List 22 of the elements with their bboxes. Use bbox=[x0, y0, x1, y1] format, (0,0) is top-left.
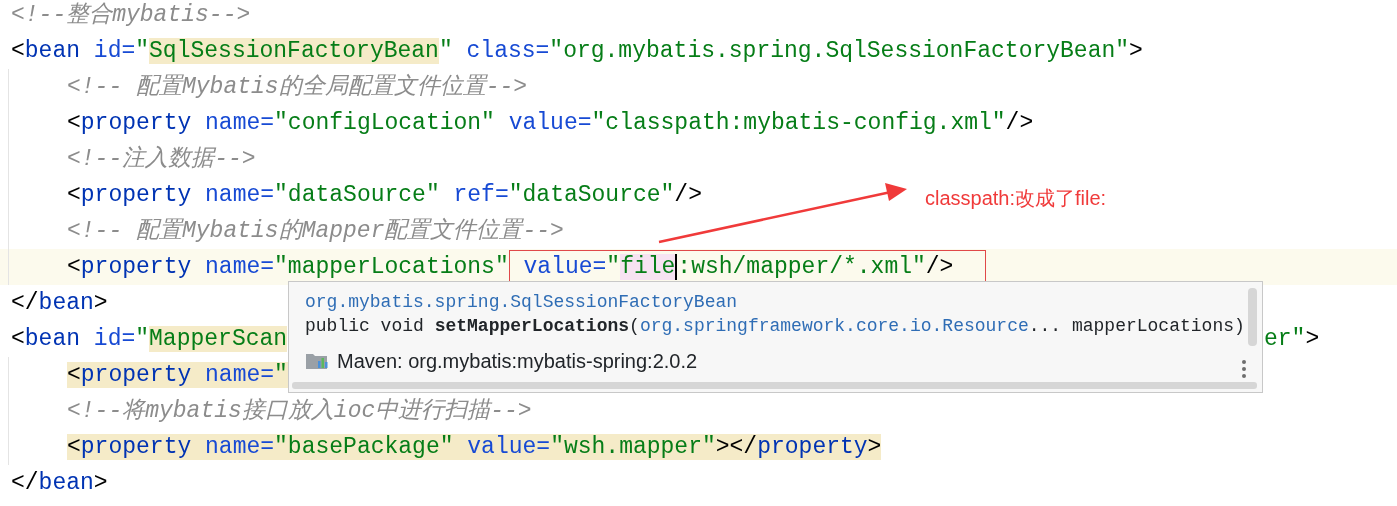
code-comment: <!-- 配置Mybatis的全局配置文件位置--> bbox=[67, 73, 528, 102]
code-line: <property name="basePackage" value="wsh.mapper"></property> bbox=[67, 433, 882, 462]
code-line: <bean id="MapperScan bbox=[11, 325, 288, 354]
code-comment: <!--整合mybatis--> bbox=[11, 1, 251, 30]
code-line: </bean> bbox=[11, 289, 108, 318]
code-line: </bean> bbox=[11, 469, 108, 498]
code-line: <property name="configLocation" value="classpath:mybatis-config.xml"/> bbox=[67, 109, 1034, 138]
code-line: <property name=" bbox=[67, 361, 288, 390]
scrollbar-thumb bbox=[1248, 288, 1257, 346]
code-comment: <!--注入数据--> bbox=[67, 144, 256, 174]
code-comment: <!-- 配置Mybatis的Mapper配置文件位置--> bbox=[67, 217, 564, 246]
code-line: <bean id="SqlSessionFactoryBean" class="org.mybatis.spring.SqlSessionFactoryBean"> bbox=[11, 37, 1143, 66]
method-signature: public void setMapperLocations(org.springframework.core.io.Resource... mapperLocations) bbox=[305, 315, 1246, 338]
code-line: <property name="mapperLocations" bbox=[67, 253, 509, 282]
code-line: er"> bbox=[1264, 325, 1320, 354]
code-comment: <!--将mybatis接口放入ioc中进行扫描--> bbox=[67, 397, 532, 426]
code-line: <property name="dataSource" ref="dataSource"/> bbox=[67, 181, 702, 210]
class-name: org.mybatis.spring.SqlSessionFactoryBean bbox=[305, 291, 739, 314]
more-icon[interactable] bbox=[1242, 360, 1246, 378]
library-source: Maven: org.mybatis:mybatis-spring:2.0.2 bbox=[337, 349, 698, 374]
annotation-text: classpath:改成了file: bbox=[925, 186, 1107, 211]
folder-chart-icon bbox=[305, 351, 329, 371]
